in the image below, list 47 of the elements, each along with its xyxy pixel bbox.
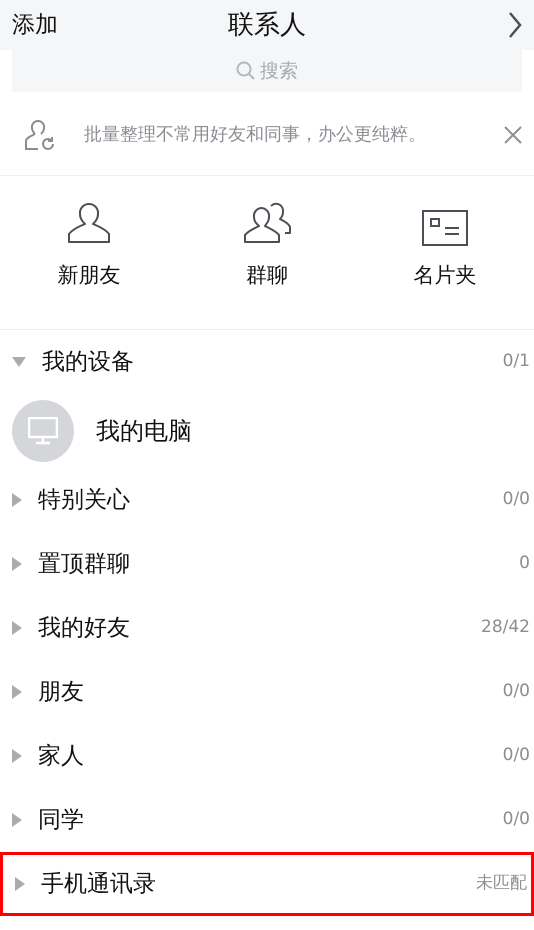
device-name: 我的电脑 <box>96 416 192 447</box>
group-row[interactable]: 手机通讯录 未匹配 <box>0 852 534 916</box>
shortcut-button[interactable]: 群聊 <box>178 176 356 329</box>
group-name: 家人 <box>38 742 84 771</box>
group-count: 0/0 <box>502 488 530 512</box>
shortcut-button[interactable]: 名片夹 <box>356 176 534 329</box>
group-name: 我的好友 <box>38 614 130 643</box>
group-count: 未匹配 <box>476 872 527 896</box>
search-placeholder: 搜索 <box>260 58 298 84</box>
caret-right-icon <box>12 621 22 635</box>
page-title: 联系人 <box>228 9 306 42</box>
group-row[interactable]: 我的设备 0/1 <box>0 330 534 394</box>
group-count: 0/0 <box>502 680 530 704</box>
monitor-icon <box>28 417 58 445</box>
group-count: 0/1 <box>502 350 530 374</box>
caret-right-icon <box>12 557 22 571</box>
group-name: 同学 <box>38 806 84 835</box>
close-icon[interactable] <box>504 126 522 144</box>
group-name: 置顶群聊 <box>38 550 130 579</box>
group-row[interactable]: 我的好友 28/42 <box>0 596 534 660</box>
group-name: 朋友 <box>38 678 84 707</box>
caret-right-icon <box>12 685 22 699</box>
chevron-right-icon[interactable] <box>508 11 522 39</box>
caret-right-icon <box>12 493 22 507</box>
person-refresh-icon <box>24 118 56 150</box>
search-icon <box>236 61 256 81</box>
group-row[interactable]: 家人 0/0 <box>0 724 534 788</box>
device-row[interactable]: 我的电脑 <box>0 394 534 468</box>
group-row[interactable]: 朋友 0/0 <box>0 660 534 724</box>
group-count: 0/0 <box>502 808 530 832</box>
group-count: 0/0 <box>502 744 530 768</box>
group-name: 特别关心 <box>38 486 130 515</box>
add-button[interactable]: 添加 <box>12 8 58 42</box>
caret-right-icon <box>12 813 22 827</box>
group-row[interactable]: 同学 0/0 <box>0 788 534 852</box>
caret-right-icon <box>15 877 25 891</box>
group-name: 手机通讯录 <box>41 870 156 899</box>
caret-down-icon <box>12 357 26 367</box>
card-icon <box>421 208 469 248</box>
group-count: 0 <box>519 552 530 576</box>
group-name: 我的设备 <box>42 348 134 377</box>
caret-right-icon <box>12 749 22 763</box>
group-row[interactable]: 特别关心 0/0 <box>0 468 534 532</box>
shortcut-button[interactable]: 新朋友 <box>0 176 178 329</box>
group-count: 28/42 <box>481 616 530 640</box>
group-row[interactable]: 置顶群聊 0 <box>0 532 534 596</box>
notice-text: 批量整理不常用好友和同事，办公更纯粹。 <box>84 123 426 147</box>
